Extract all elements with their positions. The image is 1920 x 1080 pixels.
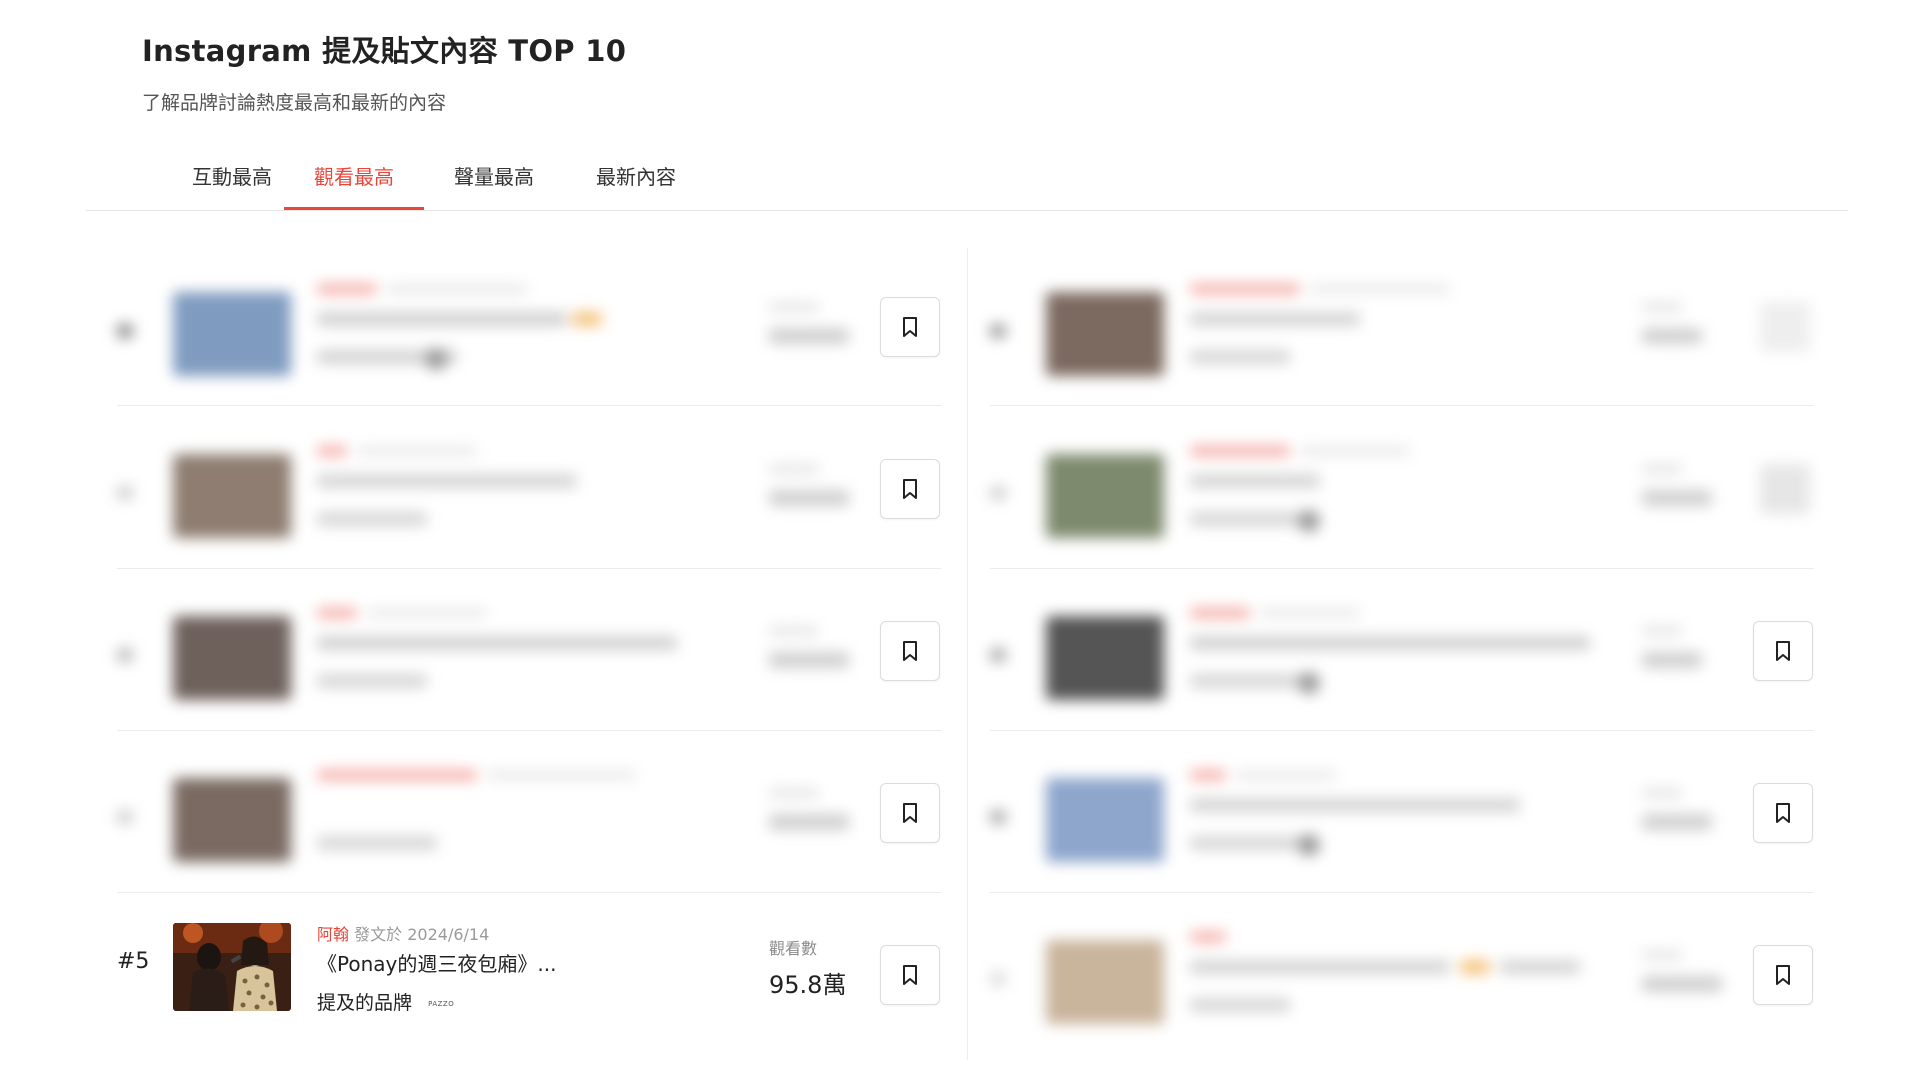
post-date: 2024/6/14 [407, 925, 490, 944]
stat-value: 95.8萬 [769, 971, 847, 999]
tab-latest[interactable]: 最新內容 [574, 148, 698, 210]
tab-top-volume[interactable]: 聲量最高 [432, 148, 556, 210]
page-subtitle: 了解品牌討論熱度最高和最新的內容 [142, 92, 447, 114]
post-meta: 阿翰 發文於 2024/6/14 [317, 921, 489, 945]
tab-top-views[interactable]: 觀看最高 [284, 148, 424, 210]
row-divider [117, 568, 941, 569]
row-divider [117, 730, 941, 731]
bookmark-button[interactable] [880, 459, 940, 519]
row-divider [990, 568, 1814, 569]
bookmark-button[interactable] [880, 945, 940, 1005]
row-divider [117, 405, 941, 406]
tabs-divider [86, 210, 1848, 211]
rank-number: #5 [117, 949, 150, 974]
bookmark-icon [903, 965, 917, 985]
list-item-blurred [117, 586, 941, 716]
bookmark-icon [1776, 641, 1790, 661]
row-divider [990, 892, 1814, 893]
bookmark-icon [903, 479, 917, 499]
view-stat: 觀看數 95.8萬 [769, 935, 846, 1000]
bookmark-icon [903, 803, 917, 823]
bookmark-button[interactable] [880, 297, 940, 357]
list-item-blurred [117, 424, 941, 554]
list-item-blurred [117, 262, 941, 392]
list-item-blurred [990, 586, 1814, 716]
post-thumbnail[interactable] [173, 923, 291, 1011]
mentioned-brands: 提及的品牌 PAZZO [317, 988, 454, 1015]
bookmark-button[interactable] [880, 783, 940, 843]
tab-top-engagement[interactable]: 互動最高 [170, 148, 294, 210]
post-title[interactable]: 《Ponay的週三夜包廂》... [317, 948, 556, 977]
list-item-blurred [990, 910, 1814, 1040]
bookmark-button[interactable] [1753, 945, 1813, 1005]
bookmark-icon [903, 641, 917, 661]
column-divider [967, 248, 968, 1060]
bookmark-button[interactable] [880, 621, 940, 681]
stat-label: 觀看數 [769, 939, 818, 958]
list-item[interactable]: #5 阿翰 發文於 2024/6/14 《Ponay的週三夜包廂》... 提及的… [117, 886, 941, 1016]
section-header: Instagram 提及貼文內容 TOP 10 了解品牌討論熱度最高和最新的內容 [142, 28, 626, 115]
bookmark-icon [1776, 965, 1790, 985]
list-item-blurred [117, 748, 941, 878]
bookmark-icon [903, 317, 917, 337]
row-divider [990, 730, 1814, 731]
bookmark-icon [1776, 803, 1790, 823]
list-item-blurred [990, 262, 1814, 392]
bookmark-button[interactable] [1753, 621, 1813, 681]
page-title: Instagram 提及貼文內容 TOP 10 [142, 34, 627, 68]
post-author-link[interactable]: 阿翰 [317, 925, 349, 944]
tab-bar: 互動最高 觀看最高 聲量最高 最新內容 [0, 148, 1920, 212]
brand-logo: PAZZO [428, 999, 455, 1008]
brands-label: 提及的品牌 [317, 992, 413, 1014]
posted-prefix: 發文於 [354, 925, 403, 944]
list-item-blurred [990, 424, 1814, 554]
list-item-blurred [990, 748, 1814, 878]
row-divider [990, 405, 1814, 406]
bookmark-button[interactable] [1753, 783, 1813, 843]
